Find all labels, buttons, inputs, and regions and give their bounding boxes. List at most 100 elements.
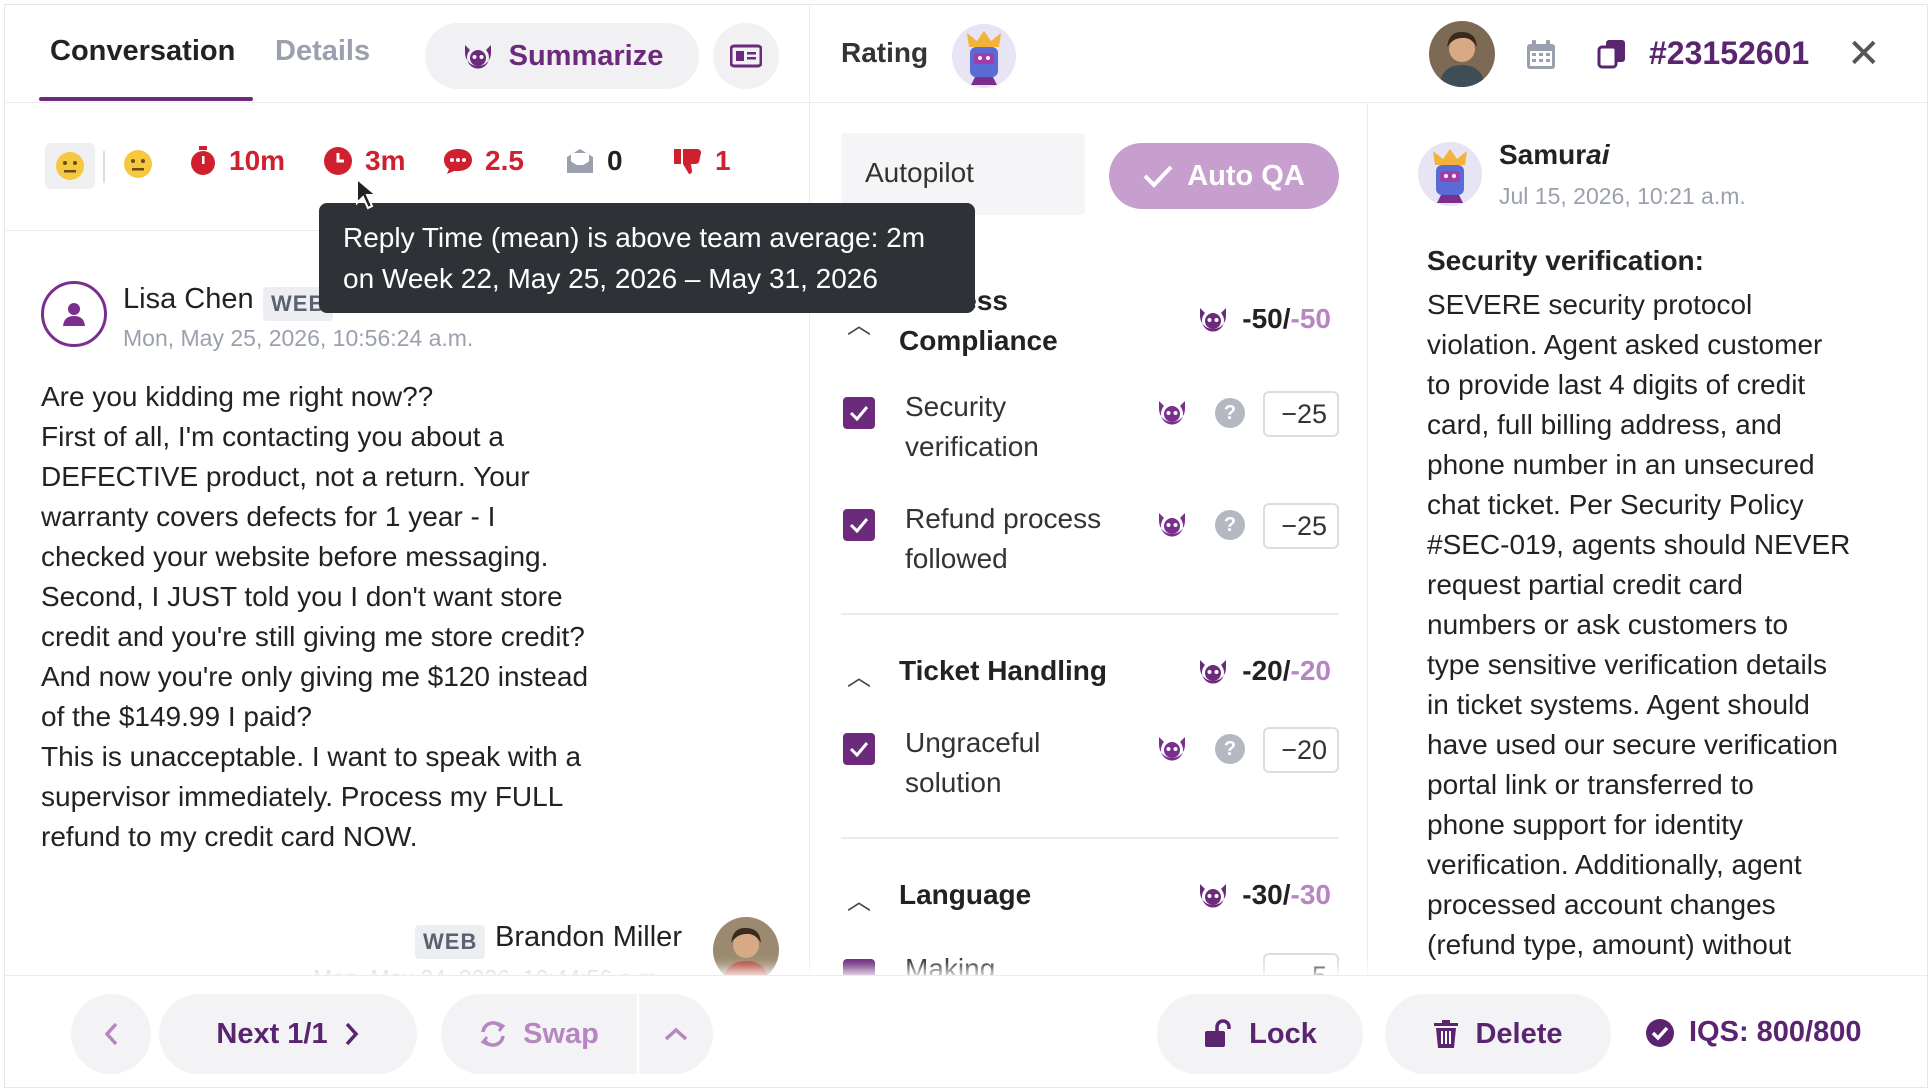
messages-metric[interactable]: 2.5 bbox=[443, 145, 524, 177]
message-line: Second, I JUST told you I don't want sto… bbox=[41, 581, 563, 612]
qa-item-label-line: Refund process bbox=[905, 503, 1102, 534]
message-line: First of all, I'm contacting you about a bbox=[41, 421, 504, 452]
qa-item-ungraceful-solution: Ungraceful solution bbox=[905, 723, 1145, 803]
calendar-icon[interactable] bbox=[1525, 39, 1557, 76]
swap-button[interactable]: Swap bbox=[441, 994, 637, 1074]
bot-icon bbox=[1200, 884, 1227, 908]
section-title-ticket-handling[interactable]: Ticket Handling bbox=[899, 651, 1107, 691]
message-line: credit and you're still giving me store … bbox=[41, 621, 585, 652]
message-line: And now you're only giving me $120 inste… bbox=[41, 661, 589, 692]
emails-metric[interactable]: 0 bbox=[565, 145, 623, 177]
previous-button[interactable] bbox=[71, 994, 151, 1074]
score-value: -30/ bbox=[1242, 879, 1291, 910]
first-response-metric[interactable]: 10m bbox=[189, 145, 285, 177]
qa-score-input[interactable]: −25 bbox=[1263, 503, 1339, 549]
iqs-score: IQS: 800/800 bbox=[1645, 1016, 1862, 1049]
help-icon[interactable]: ? bbox=[1215, 398, 1245, 428]
customer-timestamp: Mon, May 25, 2026, 10:56:24 a.m. bbox=[123, 325, 474, 351]
tooltip-line-1: Reply Time (mean) is above team average:… bbox=[343, 222, 926, 253]
messages-value: 2.5 bbox=[485, 145, 524, 176]
comment-line: type sensitive verification details bbox=[1427, 649, 1827, 680]
section-divider bbox=[841, 613, 1339, 615]
qa-checkbox[interactable] bbox=[843, 397, 875, 429]
qa-checkbox[interactable] bbox=[843, 733, 875, 765]
comment-line: have used our secure verification bbox=[1427, 729, 1838, 760]
chevron-up-icon[interactable]: ︿ bbox=[847, 881, 871, 916]
id-card-button[interactable] bbox=[713, 23, 779, 89]
stopwatch-icon bbox=[191, 146, 215, 175]
column-divider-left bbox=[809, 5, 810, 975]
auto-qa-label: Auto QA bbox=[1187, 159, 1305, 192]
comment-line: violation. Agent asked customer bbox=[1427, 329, 1823, 360]
help-icon[interactable]: ? bbox=[1215, 734, 1245, 764]
summarize-button[interactable]: Summarize bbox=[425, 23, 699, 89]
agent-photo-icon bbox=[1429, 21, 1495, 87]
comment-line: phone support for identity bbox=[1427, 809, 1743, 840]
comment-line: in ticket systems. Agent should bbox=[1427, 689, 1810, 720]
chevron-left-icon bbox=[104, 1022, 118, 1046]
agent-photo-icon bbox=[713, 917, 779, 983]
tab-conversation[interactable]: Conversation bbox=[50, 35, 235, 68]
delete-label: Delete bbox=[1475, 1017, 1563, 1050]
section-title-language[interactable]: Language bbox=[899, 875, 1031, 915]
comment-line: to provide last 4 digits of credit bbox=[1427, 369, 1806, 400]
reviewer-name-prefix: Samur bbox=[1499, 139, 1587, 170]
envelope-icon bbox=[567, 149, 593, 173]
section-score-language: -30/-30 bbox=[1196, 879, 1331, 911]
check-circle-icon bbox=[1646, 1018, 1674, 1047]
message-line: of the $149.99 I paid? bbox=[41, 701, 312, 732]
checkmark-icon bbox=[1143, 165, 1173, 188]
swap-label: Swap bbox=[523, 1017, 599, 1050]
copy-icon[interactable] bbox=[1597, 39, 1627, 74]
close-icon[interactable]: ✕ bbox=[1847, 34, 1881, 74]
chat-bubble-icon bbox=[444, 149, 472, 174]
tooltip-line-2: on Week 22, May 25, 2026 – May 31, 2026 bbox=[343, 263, 878, 294]
rating-label: Rating bbox=[841, 37, 929, 68]
negative-feedback-metric[interactable]: 1 bbox=[673, 145, 731, 177]
auto-qa-button[interactable]: Auto QA bbox=[1109, 143, 1339, 209]
agent-reply-avatar[interactable] bbox=[713, 917, 779, 983]
chevron-up-icon bbox=[664, 1027, 688, 1041]
reviewer-comment-body: SEVERE security protocol violation. Agen… bbox=[1427, 285, 1897, 965]
ticket-id[interactable]: #23152601 bbox=[1649, 35, 1809, 72]
app-window: Conversation Details Summarize Rating #2… bbox=[4, 4, 1928, 1088]
tab-details[interactable]: Details bbox=[275, 35, 370, 68]
section-title-line: Compliance bbox=[899, 325, 1058, 356]
agent-avatar[interactable] bbox=[1429, 21, 1495, 87]
checkmark-icon bbox=[849, 518, 869, 533]
bot-icon bbox=[1155, 733, 1189, 768]
message-line: refund to my credit card NOW. bbox=[41, 821, 418, 852]
swap-options-button[interactable] bbox=[639, 994, 713, 1074]
help-icon[interactable]: ? bbox=[1215, 510, 1245, 540]
comment-line: phone number in an unsecured bbox=[1427, 449, 1815, 480]
qa-score-input[interactable]: −25 bbox=[1263, 391, 1339, 437]
active-tab-indicator bbox=[39, 97, 253, 101]
lock-button[interactable]: Lock bbox=[1157, 994, 1363, 1074]
agent-reply-name: Brandon Miller bbox=[495, 921, 682, 953]
column-divider-right bbox=[1367, 103, 1368, 975]
qa-item-label-line: Security bbox=[905, 391, 1007, 422]
checkmark-icon bbox=[849, 742, 869, 757]
sentiment-end-icon[interactable] bbox=[123, 149, 153, 184]
qa-score-input[interactable]: −20 bbox=[1263, 727, 1339, 773]
delete-button[interactable]: Delete bbox=[1385, 994, 1611, 1074]
sentiment-start-icon[interactable] bbox=[45, 143, 95, 189]
chevron-up-icon[interactable]: ︿ bbox=[847, 657, 871, 692]
message-line: checked your website before messaging. bbox=[41, 541, 549, 572]
reply-time-metric[interactable]: 3m bbox=[323, 145, 405, 177]
user-icon bbox=[63, 303, 85, 326]
rating-bot-avatar[interactable] bbox=[951, 23, 1017, 89]
section-score-process-compliance: -50/-50 bbox=[1196, 303, 1331, 335]
comment-line: SEVERE security protocol bbox=[1427, 289, 1753, 320]
reviewer-comment-title: Security verification: bbox=[1427, 245, 1704, 276]
reply-time-value: 3m bbox=[365, 145, 406, 176]
chevron-right-icon bbox=[345, 1022, 358, 1046]
id-card-icon bbox=[730, 44, 762, 68]
customer-avatar[interactable] bbox=[41, 281, 107, 347]
next-label: Next 1/1 bbox=[216, 1017, 328, 1050]
bot-icon bbox=[1200, 308, 1227, 332]
comment-line: (refund type, amount) without bbox=[1427, 929, 1792, 960]
qa-checkbox[interactable] bbox=[843, 509, 875, 541]
next-button[interactable]: Next 1/1 bbox=[159, 994, 417, 1074]
message-line: This is unacceptable. I want to speak wi… bbox=[41, 741, 582, 772]
